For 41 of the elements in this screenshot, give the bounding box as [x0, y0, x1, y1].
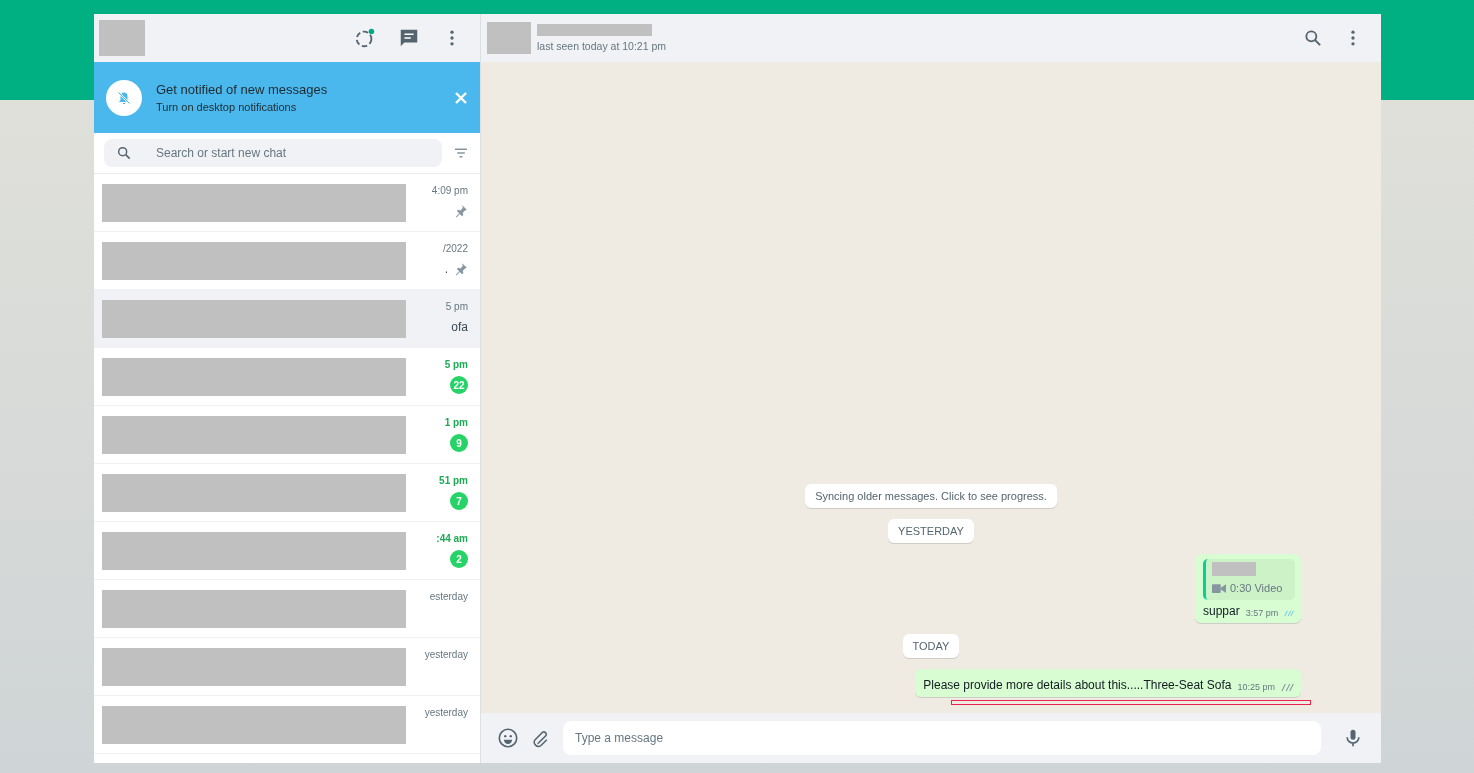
chat-list-item[interactable]: 5 pm ofa	[94, 290, 480, 348]
chat-time: 5 pm	[444, 359, 468, 370]
redacted-block	[487, 22, 531, 54]
date-chip: YESTERDAY	[888, 519, 974, 543]
banner-title: Get notified of new messages	[156, 82, 329, 97]
message-time: 10:25 pm	[1237, 682, 1275, 692]
notifications-link[interactable]: Turn on desktop notifications	[156, 101, 440, 113]
last-seen-status: last seen today at 10:21 pm	[537, 40, 667, 52]
message-input-field[interactable]: Type a message	[563, 721, 1321, 755]
search-icon[interactable]	[1303, 28, 1323, 48]
muted-bell-icon	[106, 79, 142, 116]
chat-time: 5 pm	[445, 301, 468, 312]
video-label: 0:30 Video	[1230, 582, 1283, 594]
emoji-icon[interactable]	[497, 727, 519, 749]
chat-time: :44 am	[436, 533, 468, 544]
unread-count: 2	[450, 550, 468, 568]
chat-time: /2022	[442, 243, 468, 254]
redacted-block	[1212, 562, 1256, 576]
redacted-block	[99, 20, 145, 56]
unread-count: 9	[450, 434, 468, 452]
search-icon	[116, 145, 132, 161]
sync-notice[interactable]: Syncing older messages. Click to see progress.	[805, 484, 1057, 508]
chat-time: 4:09 pm	[431, 185, 468, 196]
quoted-video[interactable]: 0:30 Video	[1203, 559, 1295, 600]
microphone-icon[interactable]	[1343, 728, 1363, 748]
chat-time: 51 pm	[439, 475, 468, 486]
search-field[interactable]: Search or start new chat	[104, 139, 442, 167]
unread-count: 22	[450, 376, 468, 394]
chat-time: yesterday	[424, 707, 468, 718]
chat-time: yesterday	[424, 649, 468, 660]
message-text: Please provide more details about this.....Three-Seat Sofa	[923, 678, 1232, 692]
video-camera-icon	[1212, 582, 1226, 594]
status-icon[interactable]	[354, 27, 376, 49]
message-preview: .	[444, 262, 448, 276]
chat-time: 1 pm	[444, 417, 468, 428]
message-text: suppar	[1203, 604, 1240, 618]
message-time: 3:57 pm	[1245, 608, 1279, 618]
date-chip: TODAY	[902, 634, 960, 658]
unread-count: 7	[450, 492, 468, 510]
message-preview: ofa	[451, 320, 468, 334]
chat-time: esterday	[429, 591, 468, 602]
